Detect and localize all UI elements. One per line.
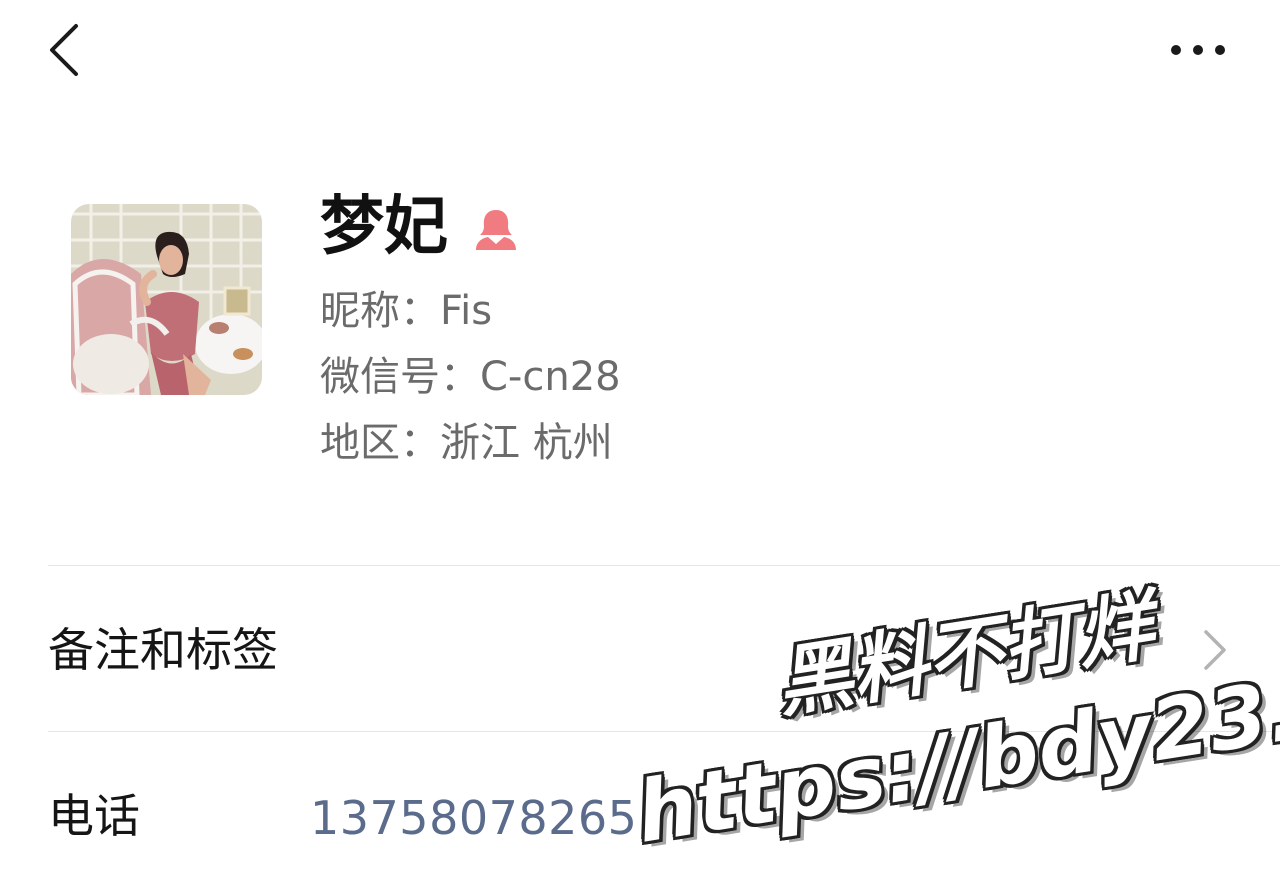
region: 地区：浙江 杭州 bbox=[320, 420, 613, 466]
chevron-left-icon bbox=[50, 24, 78, 76]
back-button[interactable] bbox=[38, 18, 98, 82]
top-navigation-bar bbox=[0, 0, 1280, 100]
wechat-id: 微信号：C-cn28 bbox=[320, 354, 621, 400]
avatar[interactable] bbox=[71, 204, 262, 395]
phone-label: 电话 bbox=[48, 789, 140, 843]
chevron-right-icon bbox=[1198, 628, 1232, 672]
contact-profile-screen: 梦妃 昵称：Fis 微信号：C-cn28 地区：浙江 杭州 备注和标签 电话 1… bbox=[0, 0, 1280, 892]
remark-and-tags-row[interactable]: 备注和标签 bbox=[0, 566, 1280, 730]
remark-and-tags-label: 备注和标签 bbox=[48, 623, 278, 677]
phone-number-link[interactable]: 13758078265 bbox=[310, 790, 637, 846]
more-options-button[interactable] bbox=[1160, 28, 1236, 72]
female-icon bbox=[472, 206, 520, 252]
profile-header: 梦妃 昵称：Fis 微信号：C-cn28 地区：浙江 杭州 bbox=[0, 190, 1280, 490]
more-horizontal-icon bbox=[1171, 45, 1225, 55]
phone-row: 电话 13758078265 bbox=[0, 732, 1280, 892]
nickname: 昵称：Fis bbox=[320, 288, 493, 334]
avatar-photo bbox=[71, 204, 262, 395]
display-name: 梦妃 bbox=[320, 190, 448, 264]
